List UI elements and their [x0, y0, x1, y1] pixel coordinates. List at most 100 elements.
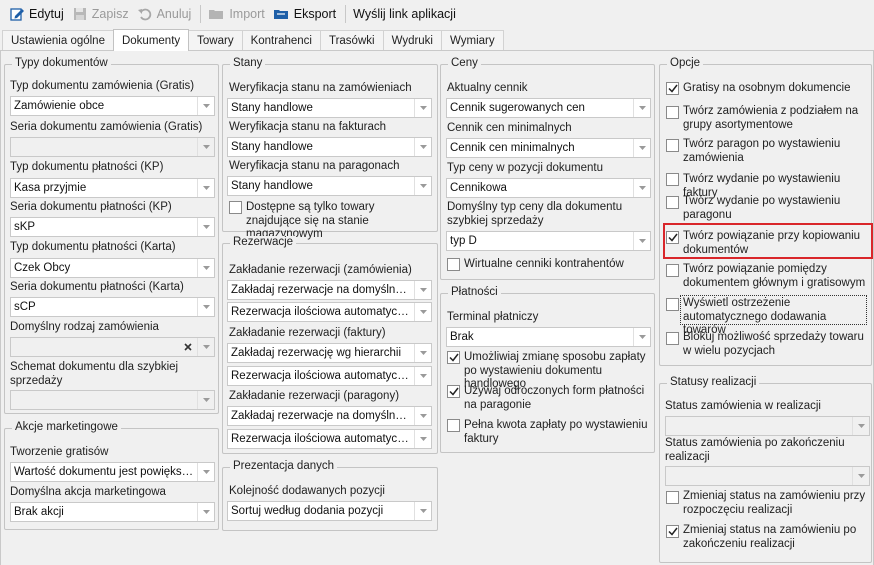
chevron-down-icon[interactable]: [414, 407, 431, 425]
export-button[interactable]: Eksport: [270, 3, 341, 25]
dostepne-checkbox[interactable]: [229, 201, 242, 214]
group-statusy-realizacji: Statusy realizacji Status zamówienia w r…: [659, 376, 872, 563]
terminal-label: Terminal płatniczy: [447, 311, 539, 323]
wer-par-combo[interactable]: Stany handlowe: [227, 176, 432, 196]
zmiana-zaplaty-checkbox[interactable]: [447, 351, 460, 364]
group-title: Prezentacja danych: [230, 460, 338, 472]
zmieniaj-zakonczenie-checkbox[interactable]: [666, 525, 679, 538]
seria-zam-gratis-combo[interactable]: [10, 137, 215, 157]
group-stany: Stany Weryfikacja stanu na zamówieniach …: [222, 57, 438, 240]
focus-outline: [680, 295, 867, 325]
pelna-kwota-checkbox[interactable]: [447, 419, 460, 432]
chevron-down-icon[interactable]: [414, 502, 431, 520]
tworzenie-gratisow-combo[interactable]: Wartość dokumentu jest powiększa...: [10, 462, 215, 482]
opcja-checkbox-4[interactable]: [666, 196, 679, 209]
import-button[interactable]: Import: [205, 3, 269, 25]
status-realizacji-label: Status zamówienia w realizacji: [665, 400, 821, 412]
chevron-down-icon[interactable]: [197, 391, 214, 409]
seria-plat-karta-combo[interactable]: sCP: [10, 297, 215, 317]
check-icon: [448, 387, 459, 396]
tab-towary[interactable]: Towary: [188, 30, 243, 50]
send-link-button[interactable]: Wyślij link aplikacji: [350, 3, 461, 25]
cancel-label: Anuluj: [156, 6, 192, 21]
zak-par-combo-1[interactable]: Zakładaj rezerwacje na domyślnym ...: [227, 406, 432, 426]
terminal-combo[interactable]: Brak: [446, 327, 651, 347]
zmieniaj-zakonczenie-label: Zmieniaj status na zamówieniu po zakończ…: [683, 524, 857, 550]
aktualny-cennik-combo[interactable]: Cennik sugerowanych cen: [446, 98, 651, 118]
schemat-combo[interactable]: [10, 390, 215, 410]
wirtualne-cenniki-checkbox[interactable]: [447, 258, 460, 271]
typ-plat-kp-combo[interactable]: Kasa przyjmie: [10, 178, 215, 198]
clear-icon[interactable]: [180, 338, 196, 356]
chevron-down-icon[interactable]: [414, 281, 431, 299]
wer-fak-combo[interactable]: Stany handlowe: [227, 137, 432, 157]
combo-value: Zamówienie obce: [14, 100, 105, 112]
tab-wymiary[interactable]: Wymiary: [441, 30, 504, 50]
opcja-checkbox-1[interactable]: [666, 106, 679, 119]
chevron-down-icon[interactable]: [633, 328, 650, 346]
opcja-checkbox-6[interactable]: [666, 264, 679, 277]
opcja-checkbox-8[interactable]: [666, 332, 679, 345]
zmieniaj-rozpoczecie-checkbox[interactable]: [666, 491, 679, 504]
chevron-down-icon[interactable]: [414, 177, 431, 195]
chevron-down-icon[interactable]: [633, 99, 650, 117]
combo-value: sKP: [14, 221, 36, 233]
zak-zam-combo-2[interactable]: Rezerwacja ilościowa automatyczna: [227, 302, 432, 322]
wer-zam-combo[interactable]: Stany handlowe: [227, 98, 432, 118]
chevron-down-icon[interactable]: [852, 467, 869, 485]
chevron-down-icon[interactable]: [414, 138, 431, 156]
tab-wydruki[interactable]: Wydruki: [382, 30, 442, 50]
tab-kontrahenci[interactable]: Kontrahenci: [241, 30, 321, 50]
chevron-down-icon[interactable]: [197, 298, 214, 316]
rodzaj-zam-combo[interactable]: [10, 337, 215, 357]
chevron-down-icon[interactable]: [414, 367, 431, 385]
chevron-down-icon[interactable]: [197, 463, 214, 481]
tab-ustawienia-ogolne[interactable]: Ustawienia ogólne: [2, 30, 114, 50]
zak-par-combo-2[interactable]: Rezerwacja ilościowa automatyczna: [227, 429, 432, 449]
chevron-down-icon[interactable]: [414, 99, 431, 117]
zak-zam-combo-1[interactable]: Zakładaj rezerwacje na domyślnym ...: [227, 280, 432, 300]
edit-button[interactable]: Edytuj: [6, 3, 69, 25]
seria-plat-kp-combo[interactable]: sKP: [10, 217, 215, 237]
chevron-down-icon[interactable]: [414, 430, 431, 448]
chevron-down-icon[interactable]: [197, 138, 214, 156]
cennik-minimalnych-combo[interactable]: Cennik cen minimalnych: [446, 138, 651, 158]
status-zakonczenia-combo[interactable]: [665, 466, 870, 486]
opcja-checkbox-2[interactable]: [666, 139, 679, 152]
chevron-down-icon[interactable]: [633, 232, 650, 250]
edit-label: Edytuj: [29, 6, 64, 21]
domyslna-akcja-combo[interactable]: Brak akcji: [10, 502, 215, 522]
seria-plat-karta-label: Seria dokumentu płatności (Karta): [10, 281, 184, 293]
opcja-checkbox-3[interactable]: [666, 173, 679, 186]
chevron-down-icon[interactable]: [633, 179, 650, 197]
odroczone-checkbox[interactable]: [447, 385, 460, 398]
typ-ceny-combo[interactable]: Cennikowa: [446, 178, 651, 198]
opcja-checkbox-7[interactable]: [666, 298, 679, 311]
chevron-down-icon[interactable]: [197, 338, 214, 356]
zak-fak-combo-1[interactable]: Zakładaj rezerwację wg hierarchii: [227, 343, 432, 363]
zmieniaj-rozpoczecie-label: Zmieniaj status na zamówieniu przy rozpo…: [683, 490, 866, 516]
chevron-down-icon[interactable]: [414, 303, 431, 321]
cancel-button[interactable]: Anuluj: [134, 3, 197, 25]
chevron-down-icon[interactable]: [414, 344, 431, 362]
group-title: Opcje: [667, 57, 704, 69]
chevron-down-icon[interactable]: [197, 97, 214, 115]
kolejnosc-combo[interactable]: Sortuj według dodania pozycji: [227, 501, 432, 521]
save-icon: [73, 7, 86, 20]
tab-trasowki[interactable]: Trasówki: [319, 30, 384, 50]
save-button[interactable]: Zapisz: [69, 3, 134, 25]
chevron-down-icon[interactable]: [197, 218, 214, 236]
group-prezentacja-danych: Prezentacja danych Kolejność dodawanych …: [222, 460, 438, 531]
chevron-down-icon[interactable]: [852, 417, 869, 435]
status-realizacji-combo[interactable]: [665, 416, 870, 436]
chevron-down-icon[interactable]: [197, 179, 214, 197]
opcja-checkbox-0[interactable]: [666, 82, 679, 95]
tab-dokumenty[interactable]: Dokumenty: [112, 29, 190, 51]
chevron-down-icon[interactable]: [197, 503, 214, 521]
chevron-down-icon[interactable]: [633, 139, 650, 157]
domyslny-typ-ceny-combo[interactable]: typ D: [446, 231, 651, 251]
chevron-down-icon[interactable]: [197, 259, 214, 277]
typ-zam-gratis-combo[interactable]: Zamówienie obce: [10, 96, 215, 116]
typ-plat-karta-combo[interactable]: Czek Obcy: [10, 258, 215, 278]
zak-fak-combo-2[interactable]: Rezerwacja ilościowa automatyczna: [227, 366, 432, 386]
